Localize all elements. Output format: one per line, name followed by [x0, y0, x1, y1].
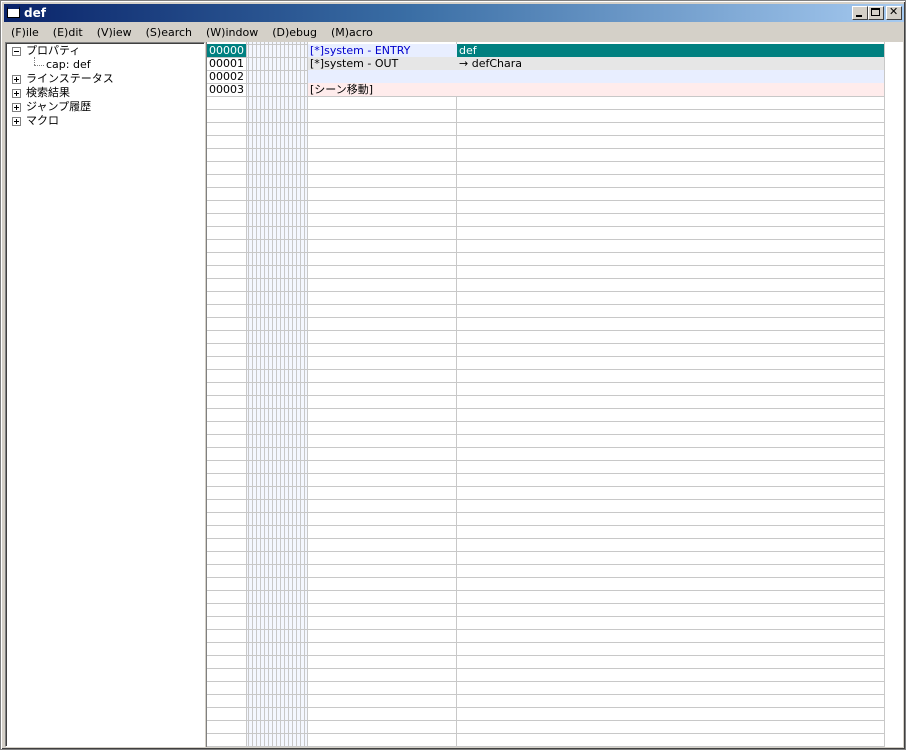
close-icon: ✕ — [889, 5, 899, 18]
title-bar[interactable]: def ✕ — [4, 4, 904, 22]
menu-bar: (F)ile (E)dit (V)iew (S)earch (W)indow (… — [4, 23, 904, 42]
command-cell[interactable]: [*]system - ENTRY — [308, 44, 457, 57]
minimize-icon — [856, 15, 862, 17]
app-window: def ✕ (F)ile (E)dit (V)iew (S)earch (W)i… — [0, 0, 906, 750]
table-row[interactable]: 00000 [*]system - ENTRY def — [207, 44, 884, 57]
value-cell[interactable]: → defChara — [457, 57, 884, 70]
value-cell[interactable] — [457, 83, 884, 96]
menu-view[interactable]: (V)iew — [90, 24, 139, 41]
tree-node-label: プロパティ — [26, 44, 81, 57]
expand-icon[interactable] — [12, 89, 21, 98]
window-title: def — [24, 6, 46, 20]
close-button[interactable]: ✕ — [886, 6, 902, 20]
line-number-cell[interactable]: 00000 — [207, 44, 246, 57]
expand-icon[interactable] — [12, 75, 21, 84]
menu-search[interactable]: (S)earch — [139, 24, 199, 41]
expand-icon[interactable] — [12, 103, 21, 112]
tree-node-label: cap: def — [46, 58, 91, 71]
maximize-button[interactable] — [868, 6, 884, 20]
command-cell[interactable]: [*]system - OUT — [308, 57, 457, 70]
command-cell[interactable] — [308, 70, 457, 83]
tree-connector — [34, 65, 44, 66]
command-cell[interactable]: [シーン移動] — [308, 83, 457, 96]
navigation-tree[interactable]: プロパティ cap: def ラインステータス 検索結果 ジャンプ履歴 マクロ — [5, 42, 205, 747]
app-window-icon[interactable] — [7, 6, 20, 18]
line-number-cell[interactable]: 00002 — [207, 70, 246, 83]
tree-node-caption[interactable]: cap: def — [46, 58, 91, 72]
tree-node-label: ラインステータス — [26, 72, 114, 85]
menu-window[interactable]: (W)indow — [199, 24, 265, 41]
value-cell[interactable] — [457, 70, 884, 83]
minimize-button[interactable] — [852, 6, 868, 20]
collapse-icon[interactable] — [12, 47, 21, 56]
menu-debug[interactable]: (D)ebug — [265, 24, 324, 41]
tree-node-label: 検索結果 — [26, 86, 70, 99]
tree-node-label: マクロ — [26, 114, 59, 127]
value-cell[interactable]: def — [457, 44, 884, 57]
table-row[interactable]: 00001 [*]system - OUT → defChara — [207, 57, 884, 70]
menu-edit[interactable]: (E)dit — [46, 24, 90, 41]
maximize-icon — [871, 8, 880, 16]
tree-node-label: ジャンプ履歴 — [26, 100, 92, 113]
table-row[interactable]: 00003 [シーン移動] — [207, 83, 884, 96]
line-number-cell[interactable]: 00003 — [207, 83, 246, 96]
tree-connector — [34, 57, 35, 65]
grid-lines — [207, 42, 885, 747]
line-number-cell[interactable]: 00001 — [207, 57, 246, 70]
window-controls: ✕ — [852, 6, 902, 20]
expand-icon[interactable] — [12, 117, 21, 126]
menu-file[interactable]: (F)ile — [4, 24, 46, 41]
menu-macro[interactable]: (M)acro — [324, 24, 380, 41]
script-grid[interactable]: 00000 [*]system - ENTRY def 00001 [*]sys… — [206, 42, 903, 747]
table-row[interactable]: 00002 — [207, 70, 884, 83]
